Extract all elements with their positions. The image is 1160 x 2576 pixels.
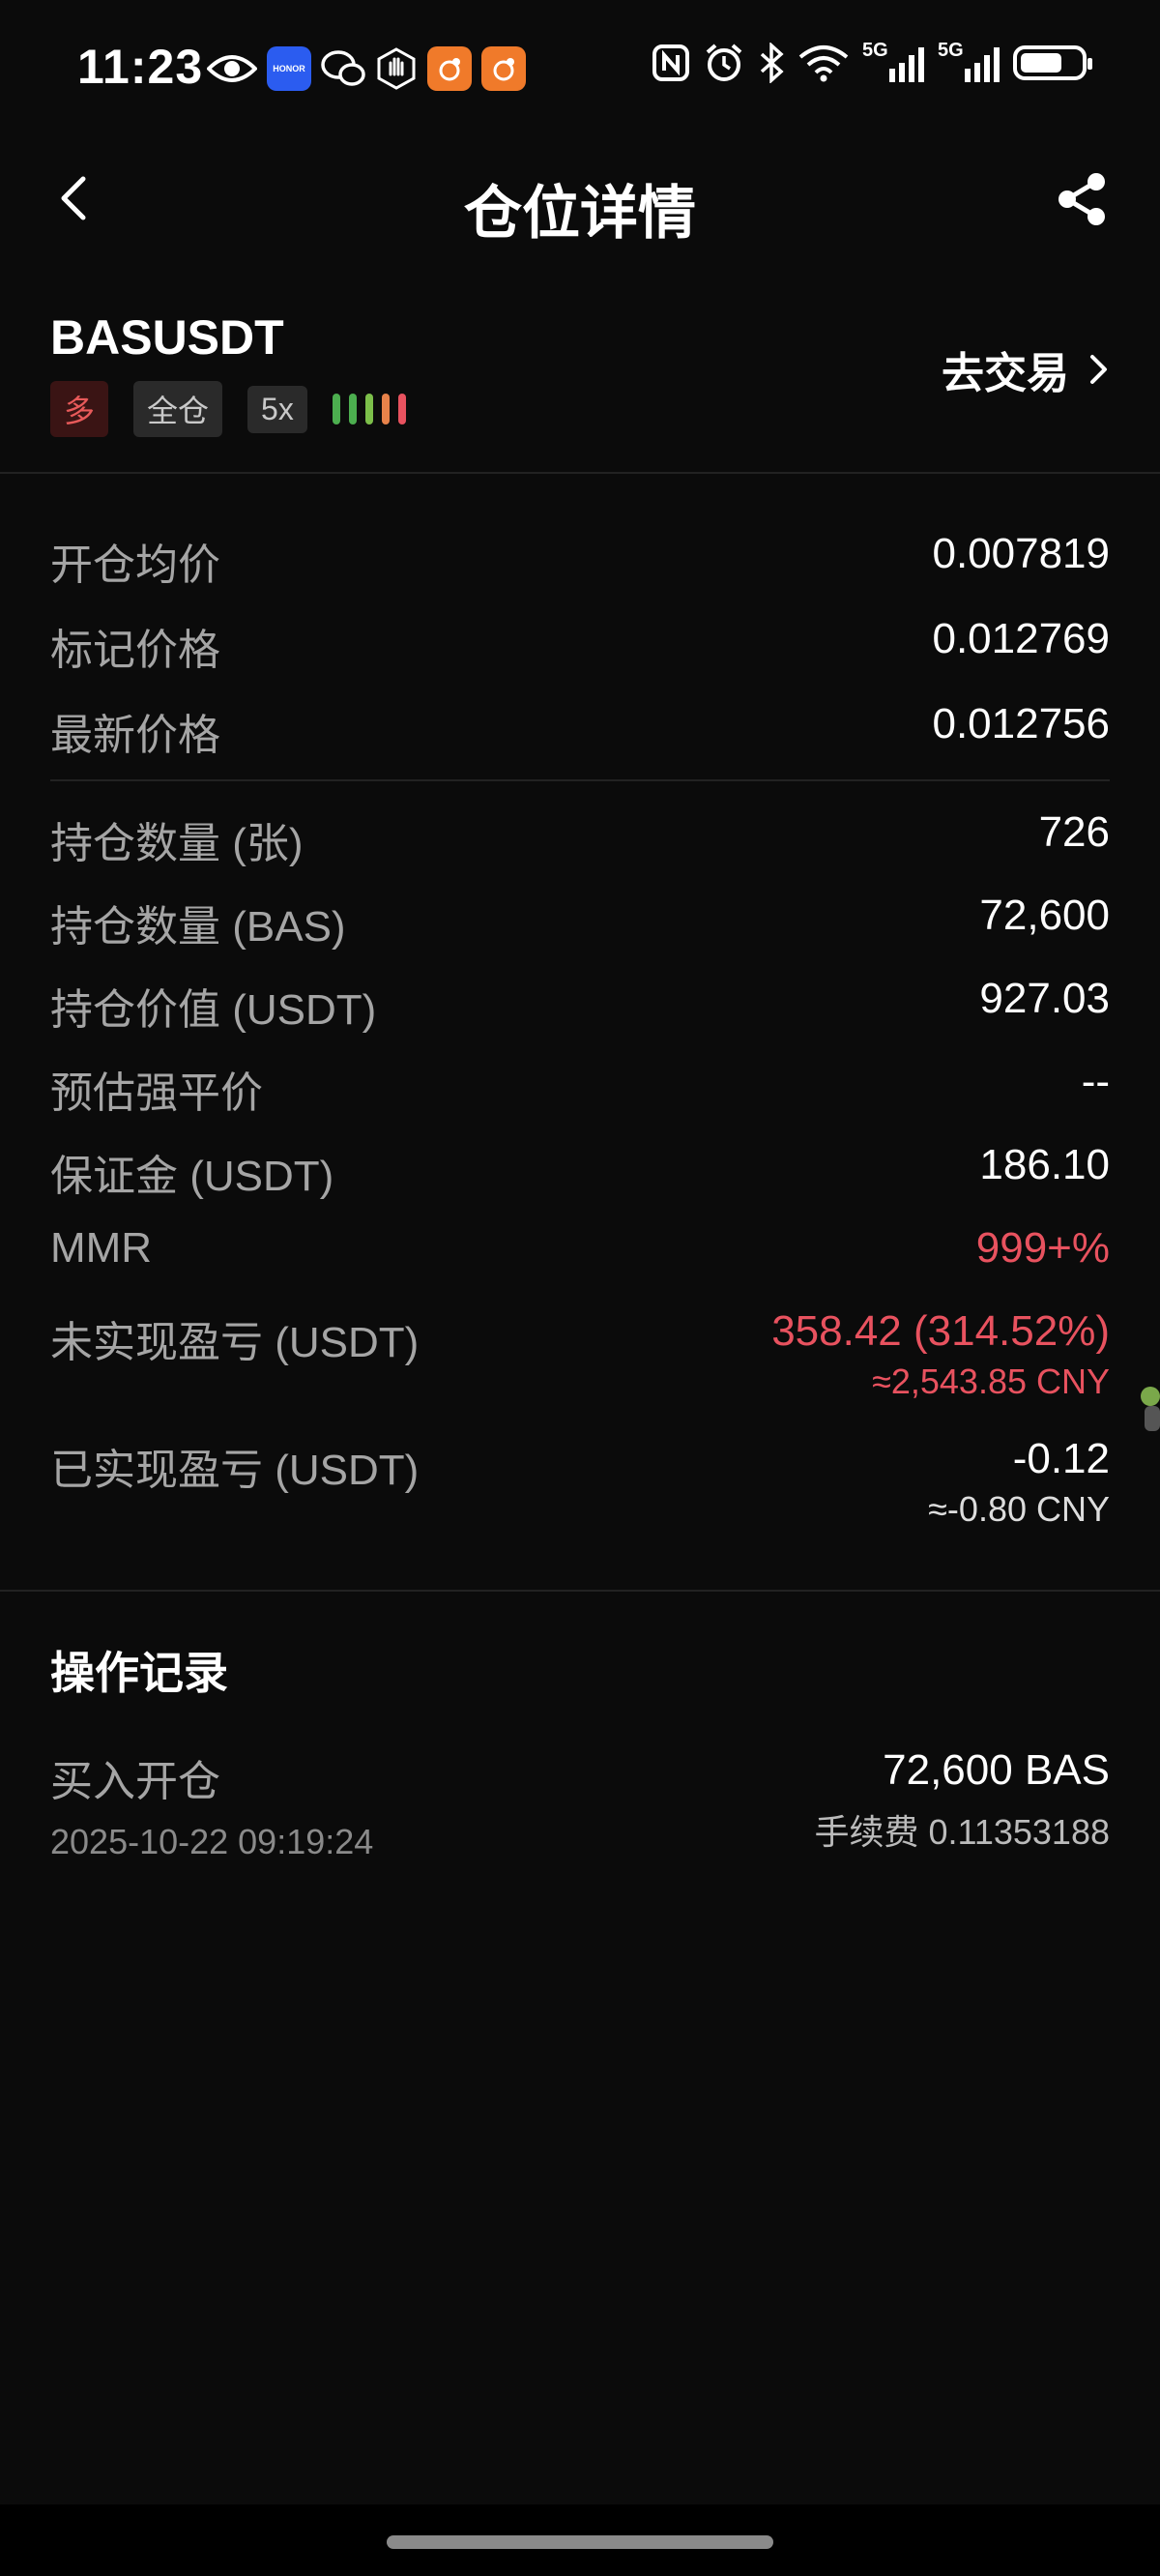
wifi-icon (798, 45, 849, 82)
side-tag: 多 (50, 381, 109, 437)
row-value: 0.007819 (932, 530, 1110, 577)
records-title: 操作记录 (50, 1648, 228, 1698)
bluetooth-icon (760, 43, 784, 83)
eye-icon (207, 55, 257, 82)
record-time: 2025-10-22 09:19:24 (50, 1822, 374, 1861)
price-row: 最新价格 0.012756 (50, 700, 1110, 762)
row-value: 927.03 (979, 975, 1110, 1022)
go-trade-link[interactable]: 去交易 (942, 338, 1110, 400)
margin-mode-tag: 全仓 (133, 381, 223, 437)
realized-pnl-value: -0.12 (1012, 1435, 1110, 1482)
risk-bar (364, 394, 373, 424)
record-amount: 72,600 BAS (883, 1746, 1110, 1794)
section-divider (50, 779, 1110, 781)
share-button[interactable] (1054, 170, 1112, 228)
row-value: -- (1081, 1058, 1110, 1105)
row-value: 726 (1038, 808, 1110, 856)
hand-icon (377, 47, 416, 90)
detail-row: 预估强平价 -- (50, 1058, 1110, 1120)
record-detail: 72,600 BAS 手续费 0.11353188 (814, 1746, 1110, 1855)
row-label: 持仓数量 (张) (50, 820, 304, 867)
row-label: 预估强平价 (50, 1069, 263, 1117)
row-value: 72,600 (979, 892, 1110, 939)
record-fee: 手续费 0.11353188 (814, 1812, 1110, 1852)
status-time: 11:23 (77, 40, 204, 94)
realized-pnl-cny: ≈-0.80 CNY (928, 1489, 1110, 1529)
share-icon (1058, 173, 1105, 225)
row-label: 持仓价值 (USDT) (50, 986, 377, 1034)
chevron-right-icon (1090, 355, 1107, 384)
honor-app-icon: HONOR (267, 46, 311, 91)
home-indicator[interactable] (387, 2535, 773, 2549)
position-header: BASUSDT 多 全仓 5x 去交易 (50, 309, 1110, 445)
header-divider (0, 472, 1160, 474)
row-value: 186.10 (979, 1141, 1110, 1188)
leverage-tag: 5x (247, 385, 307, 433)
detail-row: 持仓价值 (USDT) 927.03 (50, 975, 1110, 1037)
app-orange-icon (427, 46, 472, 91)
row-label: 已实现盈亏 (USDT) (50, 1447, 420, 1494)
price-row: 开仓均价 0.007819 (50, 530, 1110, 592)
detail-row: 持仓数量 (BAS) 72,600 (50, 892, 1110, 953)
status-left-icons: HONOR (207, 46, 526, 91)
go-trade-label: 去交易 (942, 350, 1069, 397)
signal-5g-icon: 5G (938, 40, 1000, 82)
app-orange-icon (481, 46, 526, 91)
nfc-icon (652, 44, 689, 81)
alarm-icon (706, 44, 742, 81)
unrealized-pnl-cny: ≈2,543.85 CNY (872, 1361, 1110, 1401)
section-divider (0, 1590, 1160, 1592)
wechat-icon (321, 50, 365, 86)
detail-row: 已实现盈亏 (USDT) -0.12 ≈-0.80 CNY (50, 1435, 1110, 1530)
nav-bar: 仓位详情 (0, 145, 1160, 251)
risk-bar (381, 394, 390, 424)
page-title: 仓位详情 (464, 181, 696, 246)
record-item: 买入开仓 2025-10-22 09:19:24 (50, 1746, 373, 1862)
status-bar: 11:23 HONOR 5G 5G (0, 0, 1160, 145)
row-label: MMR (50, 1224, 153, 1272)
row-label: 保证金 (USDT) (50, 1153, 334, 1200)
status-right-icons: 5G 5G (652, 40, 1092, 83)
floating-assistant-icon[interactable] (1133, 1377, 1160, 1439)
battery-icon (1013, 45, 1092, 80)
row-value: 0.012769 (932, 615, 1110, 662)
row-value: 0.012756 (932, 700, 1110, 747)
detail-row: 未实现盈亏 (USDT) 358.42 (314.52%) ≈2,543.85 … (50, 1307, 1110, 1402)
row-label: 开仓均价 (50, 542, 220, 589)
mmr-value: 999+% (975, 1224, 1110, 1272)
detail-row: 持仓数量 (张) 726 (50, 808, 1110, 870)
record-action: 买入开仓 (50, 1758, 220, 1805)
risk-bar (348, 394, 357, 424)
risk-bar (397, 394, 406, 424)
unrealized-pnl-value: 358.42 (314.52%) (771, 1307, 1110, 1355)
detail-row: MMR 999+% (50, 1224, 1110, 1273)
risk-level-bars (332, 394, 406, 424)
signal-5g-icon: 5G (862, 40, 924, 82)
row-label: 持仓数量 (BAS) (50, 903, 346, 951)
row-label: 最新价格 (50, 712, 220, 759)
row-label: 未实现盈亏 (USDT) (50, 1319, 420, 1366)
detail-row: 保证金 (USDT) 186.10 (50, 1141, 1110, 1203)
price-row: 标记价格 0.012769 (50, 615, 1110, 677)
risk-bar (332, 394, 340, 424)
row-label: 标记价格 (50, 627, 220, 674)
